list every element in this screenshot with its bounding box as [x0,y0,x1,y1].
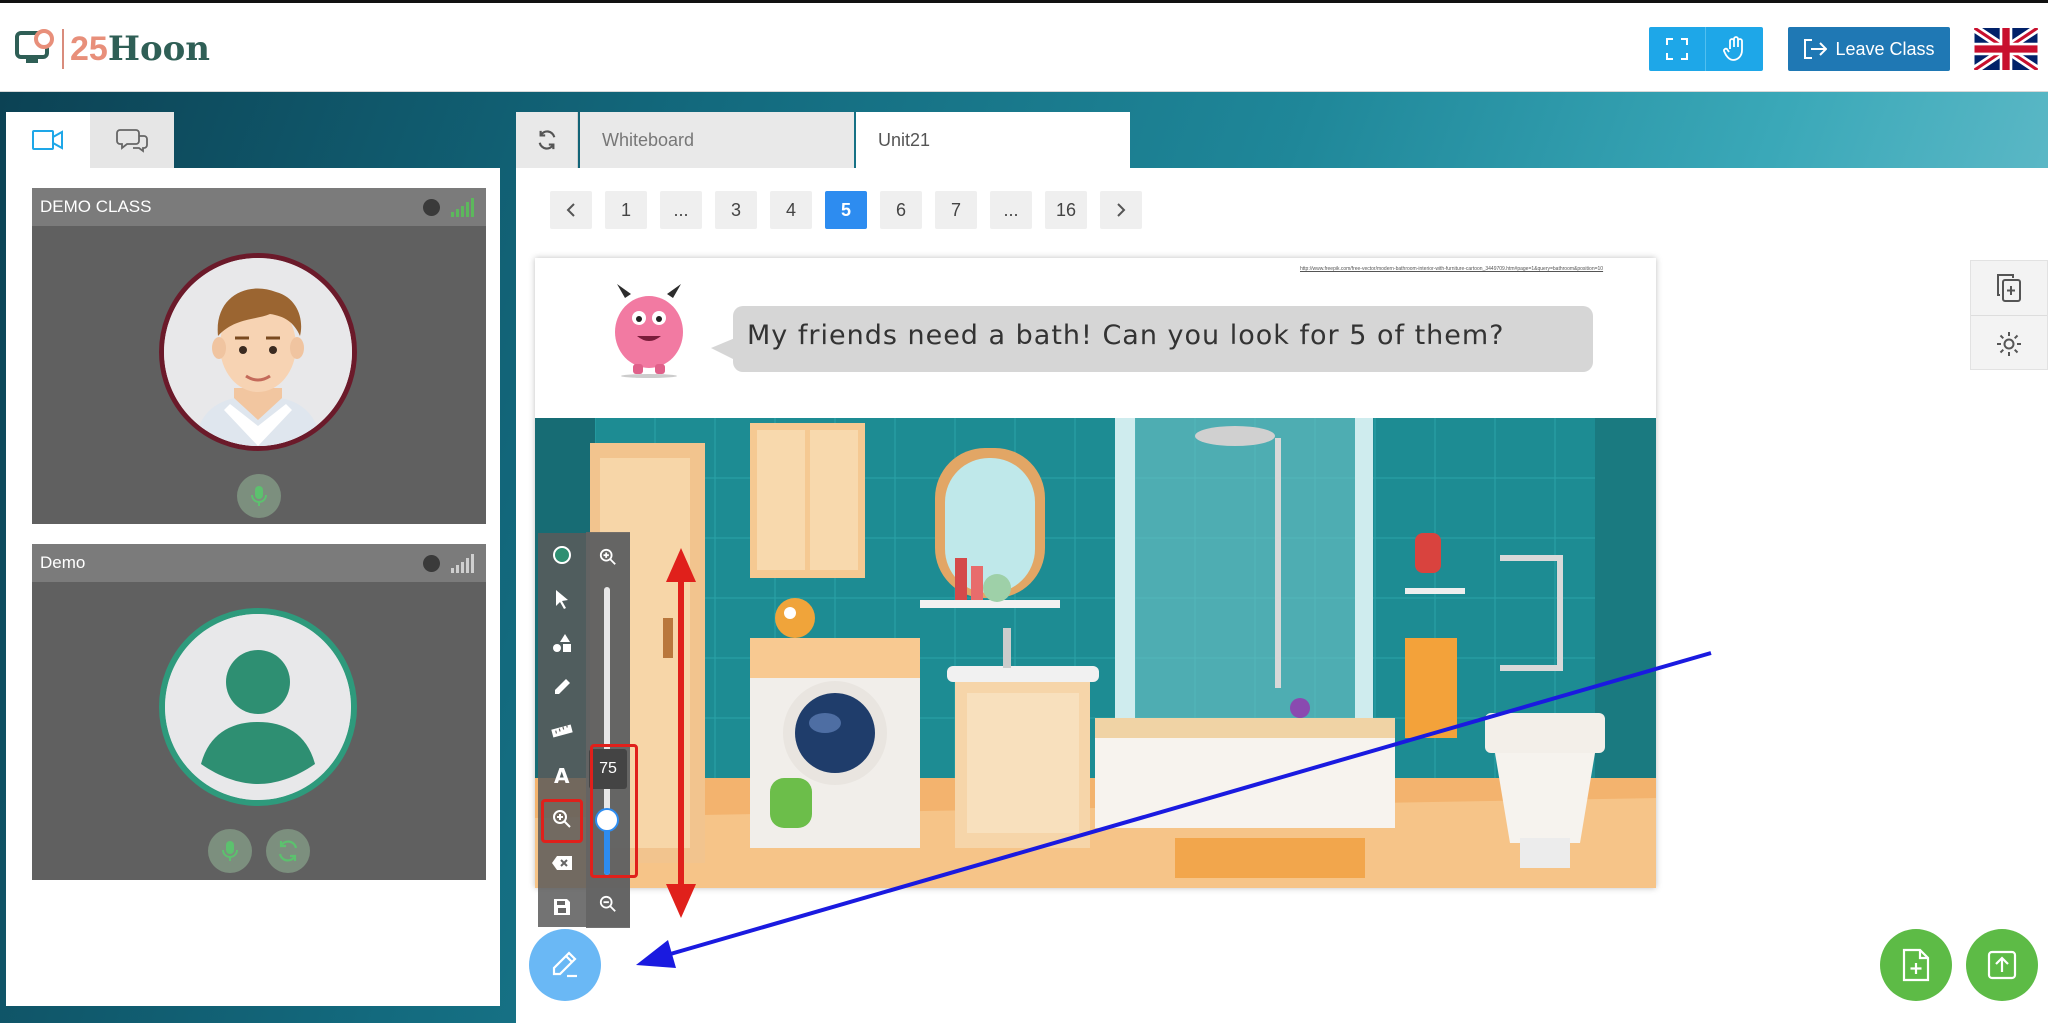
record-indicator-icon [423,199,440,216]
switch-camera-button[interactable] [266,829,310,873]
participant-name: DEMO CLASS [40,197,152,216]
gear-icon [1997,331,2021,356]
video-card-header: DEMO CLASS [32,188,486,226]
left-panel-tabs [6,112,174,168]
logo: 25 Hoon [14,27,210,71]
eraser-icon [552,856,572,870]
page-button[interactable]: 1 [605,191,647,229]
zoom-in-icon [599,548,616,565]
color-picker-button[interactable] [538,533,586,577]
fullscreen-icon [1666,38,1688,60]
participant-name: Demo [40,553,86,572]
refresh-button[interactable] [516,112,578,168]
zoom-out-button[interactable] [586,882,630,926]
tab-whiteboard[interactable]: Whiteboard [580,112,854,168]
zoom-tool-highlight [541,799,583,843]
file-plus-icon [1902,948,1930,982]
page-button-current[interactable]: 5 [825,191,867,229]
select-tool-button[interactable] [538,577,586,621]
signal-strength-icon [451,554,474,573]
page-button[interactable]: 3 [715,191,757,229]
shapes-icon [553,634,571,652]
ruler-tool-button[interactable] [538,709,586,753]
pointer-icon [556,590,568,609]
tab-unit21[interactable]: Unit21 [856,112,1130,168]
tab-video[interactable] [6,112,90,168]
prev-page-button[interactable] [550,191,592,229]
page-button[interactable]: 16 [1045,191,1087,229]
new-file-button[interactable] [1880,929,1952,1001]
language-button[interactable] [1972,24,2040,74]
raise-hand-button[interactable] [1706,27,1763,71]
tab-chat[interactable] [90,112,174,168]
ruler-icon [551,724,573,738]
teacher-avatar [159,253,357,451]
logo-name: Hoon [107,29,211,69]
top-bar: 25 Hoon Leave Class [0,0,2048,92]
page-ellipsis[interactable]: ... [990,191,1032,229]
settings-button[interactable] [1971,316,2047,371]
toggle-drawing-button[interactable] [529,929,601,1001]
image-source-link[interactable]: http://www.freepik.com/free-vector/moder… [1300,266,1640,272]
board-tabs: Whiteboard Unit21 [516,112,1130,168]
pencil-icon [555,679,570,694]
logo-mark-icon [14,27,58,71]
text-tool-button[interactable]: A [538,753,586,797]
zoom-in-button[interactable] [586,535,630,579]
right-toolbar [1970,260,2048,370]
fullscreen-button[interactable] [1649,27,1706,71]
record-indicator-icon [423,555,440,572]
microphone-icon [222,841,238,861]
video-card-header: Demo [32,544,486,582]
page-button[interactable]: 7 [935,191,977,229]
signal-strength-icon [451,198,474,217]
default-user-avatar [159,608,357,806]
page-button[interactable]: 6 [880,191,922,229]
svg-text:A: A [554,765,570,785]
microphone-icon [251,486,267,506]
bathroom-illustration [535,418,1656,888]
pink-monster-icon [607,280,691,378]
copy-plus-icon [1997,274,2021,302]
add-page-button[interactable] [1971,261,2047,316]
text-icon: A [554,765,570,785]
video-card-teacher: DEMO CLASS [32,188,486,524]
zoom-out-icon [599,895,616,912]
uk-flag-icon [1972,24,2040,74]
chat-bubbles-icon [116,129,148,153]
save-icon [554,899,570,915]
video-camera-icon [32,130,63,150]
chevron-left-icon [566,203,575,217]
slide-canvas[interactable]: http://www.freepik.com/free-vector/moder… [535,258,1656,888]
pencil-tool-button[interactable] [538,665,586,709]
save-tool-button[interactable] [538,885,586,929]
next-page-button[interactable] [1100,191,1142,229]
page-ellipsis[interactable]: ... [660,191,702,229]
upload-icon [1987,950,2017,980]
slide-pager: 1 ... 3 4 5 6 7 ... 16 [550,191,1142,229]
circle-icon [553,546,571,564]
hand-icon [1722,36,1743,61]
tool-column: A [538,533,586,927]
eraser-tool-button[interactable] [538,841,586,885]
refresh-icon [538,130,555,150]
shapes-tool-button[interactable] [538,621,586,665]
video-panel: DEMO CLASS Demo [6,168,500,1006]
logo-number: 25 [70,29,108,68]
leave-class-label: Leave Class [1835,38,1935,59]
refresh-icon [278,840,298,862]
video-card-student: Demo [32,544,486,880]
zoom-slider-highlight [590,744,638,878]
exit-icon [1804,39,1828,59]
chevron-right-icon [1117,203,1126,217]
header-tool-group [1649,27,1763,71]
page-button[interactable]: 4 [770,191,812,229]
leave-class-button[interactable]: Leave Class [1788,27,1950,71]
speech-bubble: My friends need a bath! Can you look for… [711,306,1593,372]
pen-icon [552,951,577,978]
upload-button[interactable] [1966,929,2038,1001]
mic-button[interactable] [237,474,281,518]
mic-button[interactable] [208,829,252,873]
